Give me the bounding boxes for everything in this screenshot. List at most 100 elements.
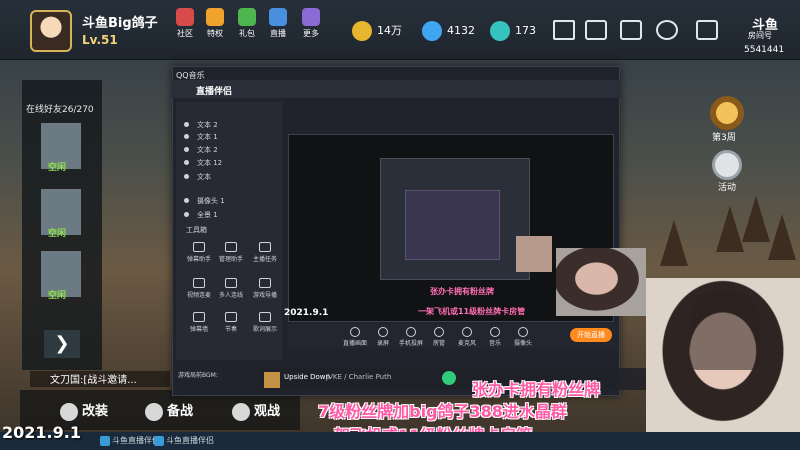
task-icon — [259, 242, 271, 252]
ctrl-record[interactable]: 录屏 — [370, 327, 396, 347]
game-bgm-label: 游戏局前BGM: — [178, 372, 218, 379]
scene-item[interactable]: 全景 1 — [184, 210, 218, 220]
start-live-button[interactable]: 开始直播 — [570, 328, 612, 342]
control-bar — [288, 324, 618, 348]
player-name: 斗鱼Big鸽子 — [82, 16, 158, 31]
activity-label: 活动 — [718, 183, 737, 193]
scene-item[interactable]: 摄像头 1 — [184, 196, 225, 206]
scene-item[interactable]: 文本 2 — [184, 120, 218, 130]
overlay-line-1: 张办卡拥有粉丝牌 — [472, 380, 601, 399]
plus-icon[interactable] — [553, 20, 575, 40]
tool-multi-link[interactable]: 多人连线 — [218, 278, 244, 299]
tree-decoration — [768, 214, 796, 260]
activity-icon[interactable] — [712, 150, 742, 180]
spectate-button[interactable]: 观战 — [232, 400, 280, 421]
nested-preview-inner — [405, 190, 500, 260]
mic-icon — [462, 327, 472, 337]
slot-status: 空闲 — [48, 163, 67, 173]
tool-director[interactable]: 游戏导播 — [252, 278, 278, 299]
webcam-overlay-detail — [690, 290, 760, 370]
video-icon — [193, 278, 205, 288]
tool-lyrics[interactable]: 歌词展示 — [252, 312, 278, 333]
play-icon — [269, 8, 287, 26]
tool-danmaku-wall[interactable]: 弹幕墙 — [186, 312, 212, 333]
prepare-button[interactable]: 备战 — [145, 400, 193, 421]
tool-task[interactable]: 主播任务 — [252, 242, 278, 263]
wrench-icon — [60, 402, 78, 421]
tree-decoration — [660, 220, 688, 266]
player-avatar[interactable] — [30, 10, 72, 52]
taskbar-item[interactable]: 斗鱼直播伴侣 — [98, 434, 160, 448]
toolbox-heading: 工具箱 — [186, 226, 207, 234]
danmaku-icon — [193, 242, 205, 252]
slot-status: 空闲 — [48, 291, 67, 301]
nav-community[interactable]: 社区 — [170, 8, 200, 39]
diamond-icon — [422, 21, 442, 41]
settings-icon[interactable] — [656, 20, 678, 40]
scene-item[interactable]: 文本 12 — [184, 158, 222, 168]
room-label: 房间号 — [748, 31, 772, 40]
scene-item[interactable]: 文本 — [184, 172, 211, 182]
phone-icon — [406, 327, 416, 337]
ctrl-admin[interactable]: 房管 — [426, 327, 452, 347]
tool-rhythm[interactable]: 节奏 — [218, 312, 244, 333]
gift-icon — [238, 8, 256, 26]
nav-more[interactable]: 更多 — [296, 8, 326, 39]
music-note-icon — [225, 312, 237, 322]
tool-video-link[interactable]: 视频连麦 — [186, 278, 212, 299]
tool-manage[interactable]: 管理助手 — [218, 242, 244, 263]
camera-icon — [518, 327, 528, 337]
song-artist: JVKE / Charlie Puth — [326, 373, 392, 381]
wall-icon — [193, 312, 205, 322]
grid-icon — [302, 8, 320, 26]
preview-webcam — [516, 236, 552, 272]
crown-icon — [206, 8, 224, 26]
music-icon — [490, 327, 500, 337]
mail-icon[interactable] — [620, 20, 642, 40]
album-cover — [264, 372, 280, 388]
ctrl-camera[interactable]: 摄像头 — [510, 327, 536, 347]
ctrl-screen[interactable]: 直播画面 — [342, 327, 368, 347]
nav-privilege[interactable]: 特权 — [200, 8, 230, 39]
lyrics-icon — [259, 312, 271, 322]
play-pause-icon[interactable] — [442, 371, 456, 385]
nav-gift[interactable]: 礼包 — [232, 8, 262, 39]
camera-icon — [259, 278, 271, 288]
rank-label: 第3周 — [712, 133, 736, 143]
taskbar-item[interactable]: 斗鱼直播伴侣 — [152, 434, 214, 448]
song-title: Upside Down — [284, 373, 330, 381]
ctrl-music[interactable]: 音乐 — [482, 327, 508, 347]
skull-icon — [145, 402, 163, 421]
room-id: 5541441 — [744, 45, 785, 55]
ticket-icon — [490, 21, 510, 41]
nav-live[interactable]: 直播 — [263, 8, 293, 39]
expand-arrow-button[interactable]: ❯ — [44, 330, 80, 358]
screen-icon — [350, 327, 360, 337]
ctrl-mic[interactable]: 麦克风 — [454, 327, 480, 347]
ticket-resource: 173 — [490, 20, 536, 42]
scene-item[interactable]: 文本 2 — [184, 145, 218, 155]
star-icon — [232, 402, 250, 421]
tree-decoration — [716, 206, 744, 252]
gold-resource: 14万 — [352, 20, 402, 42]
companion-brand: 直播伴侣 — [196, 87, 233, 97]
preview-message: 张办卡拥有粉丝牌 — [430, 287, 494, 296]
modify-button[interactable]: 改装 — [60, 400, 108, 421]
tree-decoration — [742, 196, 770, 242]
rank-badge-icon[interactable] — [710, 96, 744, 130]
online-friends-count: 在线好友26/270 — [26, 105, 94, 115]
scene-item[interactable]: 文本 1 — [184, 132, 218, 142]
stream-date: 2021.9.1 — [2, 423, 81, 442]
book-icon[interactable] — [696, 20, 718, 40]
overlay-line-2: 7级粉丝牌加big鸽子388进水晶群 — [318, 402, 567, 421]
people-icon — [225, 278, 237, 288]
stream-screen: 斗鱼Big鸽子 Lv.51 社区 特权 礼包 直播 更多 14万 4132 17… — [0, 0, 800, 450]
home-icon — [176, 8, 194, 26]
manage-icon — [225, 242, 237, 252]
contacts-icon[interactable] — [585, 20, 607, 40]
ctrl-phone[interactable]: 手机投屏 — [398, 327, 424, 347]
record-icon — [378, 327, 388, 337]
chat-message: 文刀国:[战斗邀请... — [30, 371, 170, 387]
player-level: Lv.51 — [82, 33, 118, 47]
tool-danmaku[interactable]: 弹幕助手 — [186, 242, 212, 263]
